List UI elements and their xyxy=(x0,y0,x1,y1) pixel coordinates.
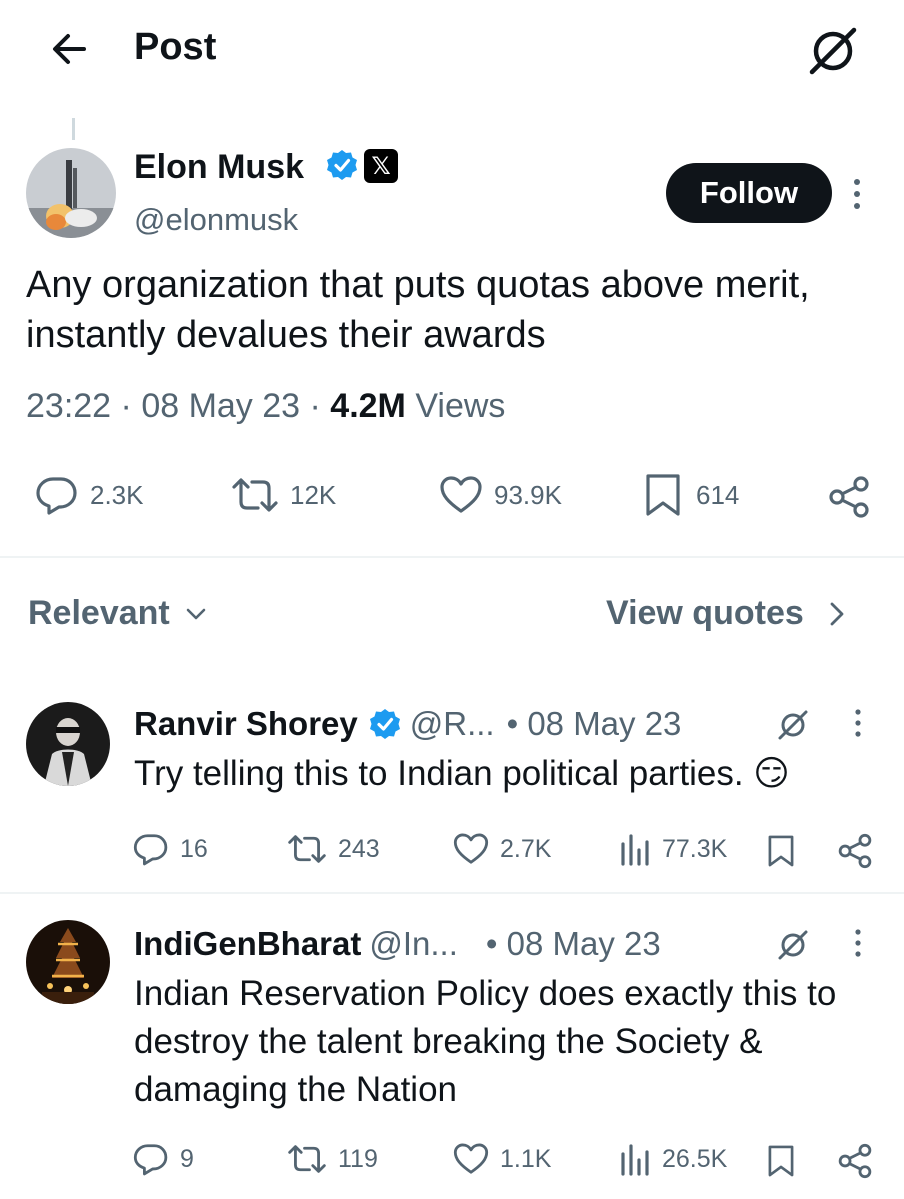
separator: · xyxy=(111,387,142,425)
verified-badge-icon xyxy=(325,148,359,182)
page-title: Post xyxy=(134,26,217,68)
avatar[interactable] xyxy=(26,920,110,1004)
bookmark-button[interactable] xyxy=(764,832,798,870)
reply-date[interactable]: • 08 May 23 xyxy=(507,702,682,746)
reply-icon xyxy=(133,1144,168,1176)
separator: · xyxy=(300,387,331,425)
grok-button[interactable] xyxy=(776,928,810,962)
reply-date[interactable]: • 08 May 23 xyxy=(486,922,661,966)
more-options-icon[interactable] xyxy=(850,926,866,960)
bookmark-icon xyxy=(768,1145,794,1177)
share-button[interactable] xyxy=(836,1142,874,1180)
reply-text: Indian Reservation Policy does exactly t… xyxy=(134,974,837,1109)
view-quotes-link[interactable]: View quotes xyxy=(606,594,848,633)
views-count: 4.2M xyxy=(330,387,406,425)
reply-icon xyxy=(36,477,77,515)
bookmark-button[interactable]: 614 xyxy=(640,472,739,518)
like-button[interactable]: 1.1K xyxy=(452,1140,551,1178)
share-icon xyxy=(838,833,872,869)
verified-badge-icon xyxy=(369,709,400,739)
divider xyxy=(0,556,904,558)
like-count: 93.9K xyxy=(494,479,562,510)
reply-count: 9 xyxy=(180,1144,194,1173)
views-count: 77.3K xyxy=(662,834,728,863)
more-options-icon[interactable] xyxy=(846,174,868,214)
bookmark-button[interactable] xyxy=(764,1142,798,1180)
share-button[interactable] xyxy=(826,474,872,520)
repost-count: 12K xyxy=(290,479,337,510)
reply-author-name[interactable]: IndiGenBharat xyxy=(134,922,361,966)
avatar[interactable] xyxy=(26,148,116,238)
chevron-right-icon xyxy=(830,602,844,625)
bookmark-count: 614 xyxy=(696,479,740,510)
repost-count: 119 xyxy=(338,1144,378,1173)
grok-button[interactable] xyxy=(776,708,810,742)
heart-icon xyxy=(440,476,482,513)
reply-button[interactable]: 9 xyxy=(132,1140,194,1178)
heart-icon xyxy=(453,833,489,864)
follow-button[interactable]: Follow xyxy=(666,163,832,223)
thread-line xyxy=(72,118,75,140)
heart-icon xyxy=(453,1143,489,1174)
repost-button[interactable]: 119 xyxy=(286,1140,378,1178)
repost-count: 243 xyxy=(338,834,380,863)
reply-actions: 16 243 2.7K 77.3K xyxy=(132,830,876,874)
chevron-down-icon xyxy=(186,608,206,619)
x-affiliation-badge: 𝕏 xyxy=(364,149,398,183)
views-button[interactable]: 77.3K xyxy=(618,830,727,868)
sort-dropdown[interactable]: Relevant xyxy=(28,594,208,633)
reply-text: Try telling this to Indian political par… xyxy=(134,754,790,793)
view-quotes-label: View quotes xyxy=(606,594,804,632)
reply-header: IndiGenBharat @In... • 08 May 23 xyxy=(134,922,661,966)
repost-button[interactable]: 12K xyxy=(230,472,336,518)
views-label: Views xyxy=(415,387,506,425)
reply-author-handle[interactable]: @R... xyxy=(410,702,495,746)
reply-button[interactable]: 2.3K xyxy=(34,472,144,518)
like-count: 1.1K xyxy=(500,1144,552,1173)
grok-button[interactable] xyxy=(806,24,860,78)
reply-button[interactable]: 16 xyxy=(132,830,208,868)
share-button[interactable] xyxy=(836,832,874,870)
sort-label: Relevant xyxy=(28,594,170,632)
divider xyxy=(0,892,904,894)
reply-count: 2.3K xyxy=(90,479,144,510)
share-icon xyxy=(838,1143,872,1179)
reply-count: 16 xyxy=(180,834,208,863)
more-options-icon[interactable] xyxy=(850,706,866,740)
views-count: 26.5K xyxy=(662,1144,728,1173)
tweet-text: Any organization that puts quotas above … xyxy=(26,264,810,356)
reply-header: Ranvir Shorey @R... • 08 May 23 xyxy=(134,702,681,746)
analytics-icon xyxy=(621,834,649,866)
views-button[interactable]: 26.5K xyxy=(618,1140,727,1178)
avatar[interactable] xyxy=(26,702,110,786)
repost-icon xyxy=(288,1145,326,1173)
reply-author-name[interactable]: Ranvir Shorey xyxy=(134,702,358,746)
repost-button[interactable]: 243 xyxy=(286,830,380,868)
arrow-left-icon xyxy=(53,34,86,64)
author-handle[interactable]: @elonmusk xyxy=(134,200,298,240)
repost-icon xyxy=(288,835,326,863)
tweet-time[interactable]: 23:22 xyxy=(26,387,111,425)
like-button[interactable]: 93.9K xyxy=(438,472,562,518)
analytics-icon xyxy=(621,1144,649,1176)
like-button[interactable]: 2.7K xyxy=(452,830,551,868)
author-name[interactable]: Elon Musk xyxy=(134,145,304,189)
repost-icon xyxy=(232,478,278,512)
grok-icon xyxy=(809,27,857,75)
like-count: 2.7K xyxy=(500,834,552,863)
tweet-date[interactable]: 08 May 23 xyxy=(141,387,300,425)
reply-author-handle[interactable]: @In... xyxy=(369,922,458,966)
bookmark-icon xyxy=(768,835,794,867)
bookmark-icon xyxy=(646,474,680,516)
reply-icon xyxy=(133,834,168,866)
back-button[interactable] xyxy=(44,24,94,74)
reply-actions: 9 119 1.1K 26.5K xyxy=(132,1140,876,1184)
share-icon xyxy=(829,476,869,518)
grok-icon xyxy=(778,930,808,960)
grok-icon xyxy=(778,710,808,740)
tweet-meta: 23:22 · 08 May 23 · 4.2M Views xyxy=(26,384,505,428)
